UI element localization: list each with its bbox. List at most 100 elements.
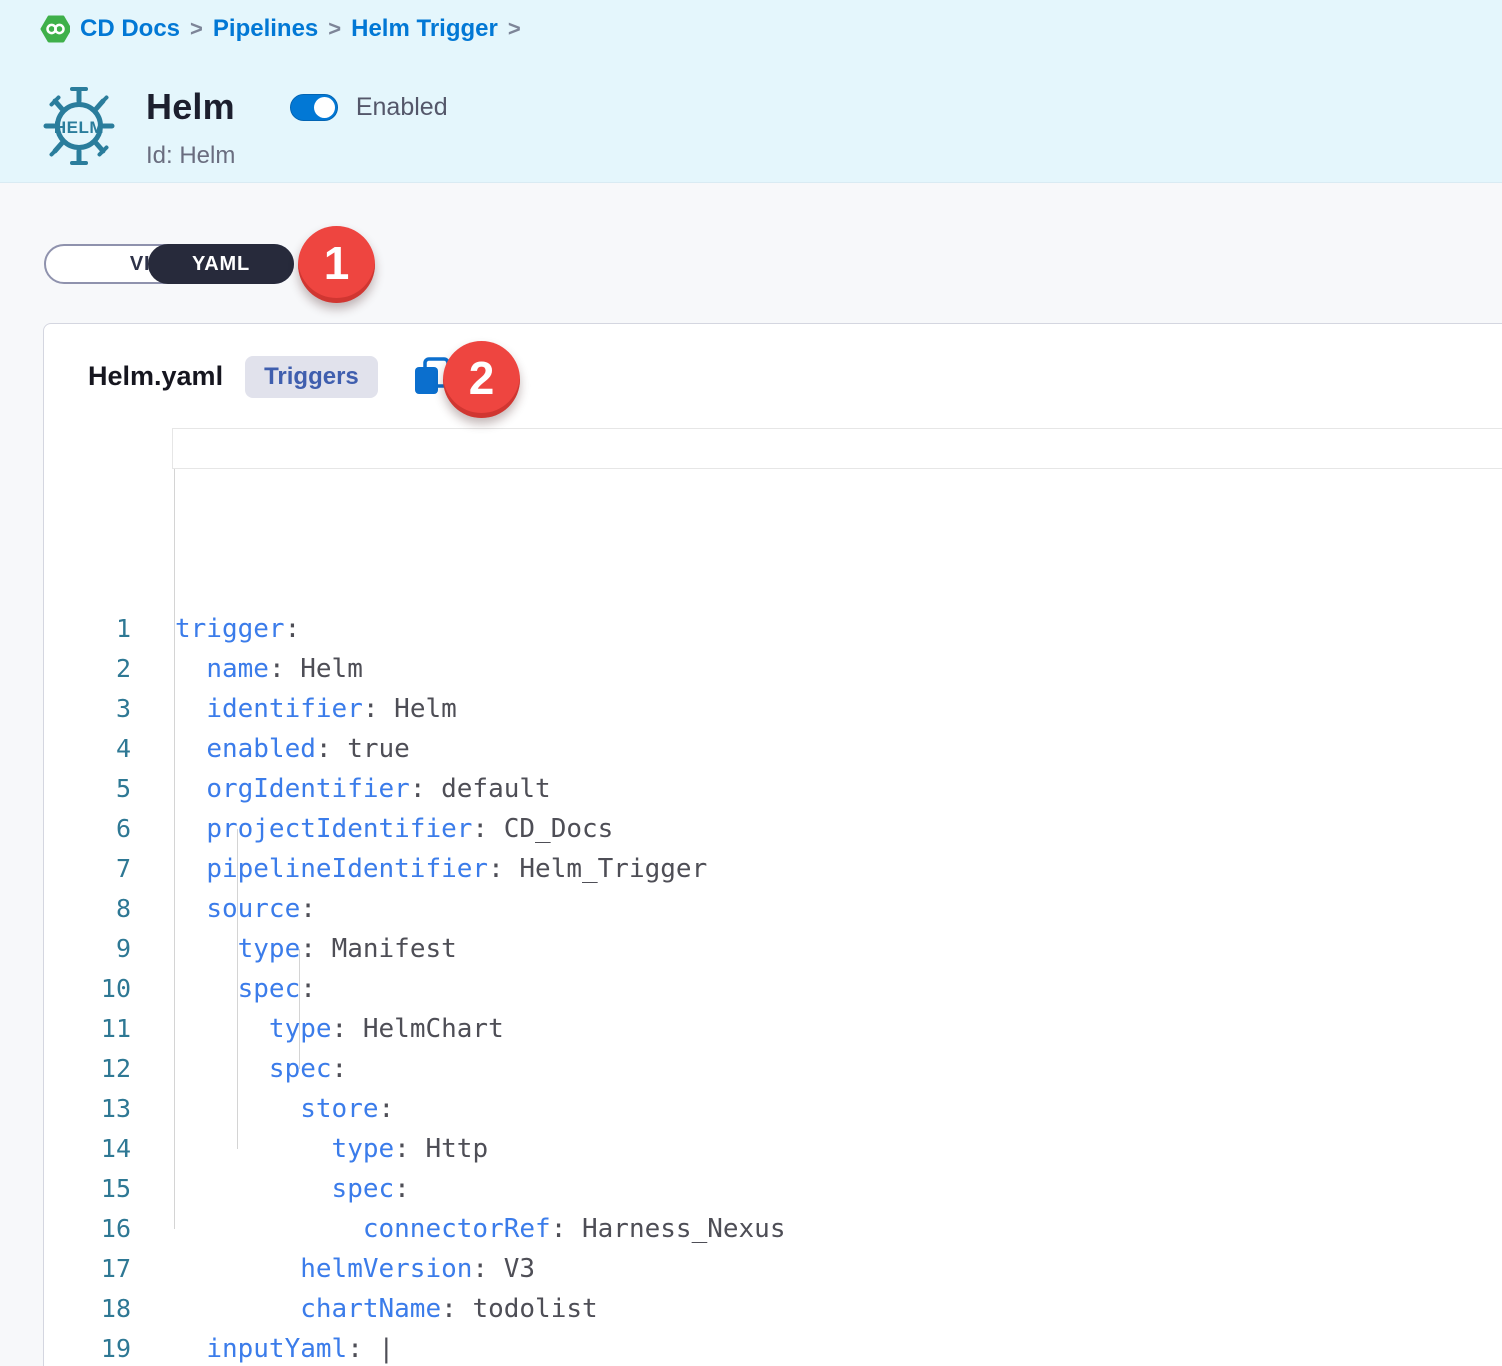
code-text: projectIdentifier: CD_Docs <box>175 809 613 849</box>
breadcrumb-link-project[interactable]: CD Docs <box>80 15 180 43</box>
yaml-value: HelmChart <box>363 1014 504 1044</box>
yaml-key: type <box>269 1014 332 1044</box>
visual-yaml-switch[interactable]: VISUAL YAML <box>44 244 294 284</box>
breadcrumb-link-pipelines[interactable]: Pipelines <box>213 15 318 43</box>
yaml-value: Helm <box>394 694 457 724</box>
code-line[interactable]: 19 inputYaml: | <box>44 1329 1502 1366</box>
breadcrumb: CD Docs > Pipelines > Helm Trigger > <box>40 14 521 44</box>
yaml-key: type <box>238 934 301 964</box>
yaml-value: V3 <box>504 1254 535 1284</box>
page-title: Helm <box>146 86 235 128</box>
code-text: enabled: true <box>175 729 410 769</box>
current-line-highlight <box>172 428 1502 469</box>
code-line[interactable]: 9 type: Manifest <box>44 929 1502 969</box>
code-text: spec: <box>175 1049 347 1089</box>
code-line[interactable]: 1trigger: <box>44 609 1502 649</box>
yaml-file-name: Helm.yaml <box>88 361 223 392</box>
helm-logo-icon: HELM <box>42 80 116 170</box>
code-text: name: Helm <box>175 649 363 689</box>
yaml-panel-header: Helm.yaml Triggers <box>44 324 1502 429</box>
code-line[interactable]: 16 connectorRef: Harness_Nexus <box>44 1209 1502 1249</box>
breadcrumb-separator-icon: > <box>328 16 341 42</box>
enabled-toggle[interactable] <box>290 94 338 121</box>
yaml-value: | <box>379 1334 395 1364</box>
yaml-editor[interactable]: 1trigger:2 name: Helm3 identifier: Helm4… <box>44 429 1502 1366</box>
yaml-value: Helm_Trigger <box>519 854 707 884</box>
code-line[interactable]: 17 helmVersion: V3 <box>44 1249 1502 1289</box>
yaml-key: pipelineIdentifier <box>206 854 488 884</box>
trigger-title-row: HELM Helm Enabled Id: Helm <box>42 80 448 170</box>
yaml-key: spec <box>332 1174 395 1204</box>
line-number: 8 <box>44 889 131 929</box>
breadcrumb-separator-icon: > <box>190 16 203 42</box>
yaml-value: Http <box>425 1134 488 1164</box>
code-text: identifier: Helm <box>175 689 457 729</box>
code-line[interactable]: 13 store: <box>44 1089 1502 1129</box>
code-line[interactable]: 18 chartName: todolist <box>44 1289 1502 1329</box>
line-number: 19 <box>44 1329 131 1366</box>
code-line[interactable]: 11 type: HelmChart <box>44 1009 1502 1049</box>
line-number: 6 <box>44 809 131 849</box>
code-text: spec: <box>175 969 316 1009</box>
line-number: 9 <box>44 929 131 969</box>
line-number: 14 <box>44 1129 131 1169</box>
code-line[interactable]: 2 name: Helm <box>44 649 1502 689</box>
cd-module-icon <box>40 14 70 44</box>
page-header: CD Docs > Pipelines > Helm Trigger > <box>0 0 1502 183</box>
yaml-key: trigger <box>175 614 285 644</box>
yaml-key: store <box>300 1094 378 1124</box>
code-text: type: Http <box>175 1129 488 1169</box>
code-line[interactable]: 14 type: Http <box>44 1129 1502 1169</box>
yaml-value: CD_Docs <box>504 814 614 844</box>
line-number: 4 <box>44 729 131 769</box>
yaml-key: connectorRef <box>363 1214 551 1244</box>
code-text: connectorRef: Harness_Nexus <box>175 1209 786 1249</box>
yaml-key: enabled <box>206 734 316 764</box>
yaml-key: source <box>206 894 300 924</box>
code-line[interactable]: 4 enabled: true <box>44 729 1502 769</box>
yaml-key: spec <box>238 974 301 1004</box>
enabled-label: Enabled <box>356 93 448 122</box>
yaml-value: Harness_Nexus <box>582 1214 786 1244</box>
line-number: 17 <box>44 1249 131 1289</box>
line-number: 16 <box>44 1209 131 1249</box>
yaml-value: Helm <box>300 654 363 684</box>
yaml-key: chartName <box>300 1294 441 1324</box>
code-text: trigger: <box>175 609 300 649</box>
yaml-value: todolist <box>472 1294 597 1324</box>
line-number: 18 <box>44 1289 131 1329</box>
code-line[interactable]: 8 source: <box>44 889 1502 929</box>
code-text: inputYaml: | <box>175 1329 394 1366</box>
yaml-value: default <box>441 774 551 804</box>
code-text: chartName: todolist <box>175 1289 598 1329</box>
yaml-key: type <box>332 1134 395 1164</box>
yaml-key: identifier <box>206 694 363 724</box>
code-text: helmVersion: V3 <box>175 1249 535 1289</box>
code-text: store: <box>175 1089 394 1129</box>
svg-text:HELM: HELM <box>54 118 104 137</box>
trigger-id: Id: Helm <box>146 142 448 170</box>
annotation-badge-2: 2 <box>443 341 520 418</box>
code-text: type: Manifest <box>175 929 457 969</box>
code-line[interactable]: 6 projectIdentifier: CD_Docs <box>44 809 1502 849</box>
code-text: source: <box>175 889 316 929</box>
yaml-value: true <box>347 734 410 764</box>
code-line[interactable]: 5 orgIdentifier: default <box>44 769 1502 809</box>
code-line[interactable]: 15 spec: <box>44 1169 1502 1209</box>
yaml-key: name <box>206 654 269 684</box>
code-line[interactable]: 3 identifier: Helm <box>44 689 1502 729</box>
code-line[interactable]: 12 spec: <box>44 1049 1502 1089</box>
tab-yaml[interactable]: YAML <box>148 244 294 284</box>
code-text: spec: <box>175 1169 410 1209</box>
yaml-panel: Helm.yaml Triggers 1trigger:2 name: Helm… <box>43 323 1502 1366</box>
code-line[interactable]: 7 pipelineIdentifier: Helm_Trigger <box>44 849 1502 889</box>
toggle-knob <box>314 97 335 118</box>
triggers-badge: Triggers <box>245 356 378 398</box>
line-number: 7 <box>44 849 131 889</box>
code-line[interactable]: 10 spec: <box>44 969 1502 1009</box>
line-number: 5 <box>44 769 131 809</box>
line-number: 12 <box>44 1049 131 1089</box>
line-number: 2 <box>44 649 131 689</box>
breadcrumb-link-helm-trigger[interactable]: Helm Trigger <box>351 15 498 43</box>
yaml-value: Manifest <box>332 934 457 964</box>
